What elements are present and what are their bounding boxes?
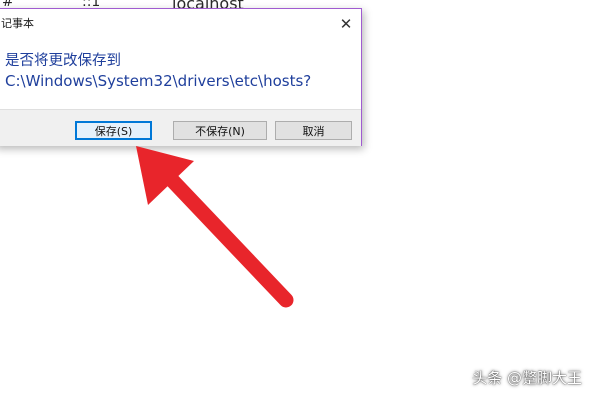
- dialog-content: 是否将更改保存到 C:\Windows\System32\drivers\etc…: [0, 39, 361, 109]
- dialog-message-line2: C:\Windows\System32\drivers\etc\hosts?: [5, 72, 312, 90]
- save-button[interactable]: 保存(S): [75, 121, 152, 140]
- close-icon: ✕: [339, 15, 353, 33]
- dialog-titlebar: 记事本 ✕: [0, 9, 361, 39]
- cancel-button[interactable]: 取消: [275, 121, 352, 140]
- dialog-title: 记事本: [1, 17, 34, 30]
- save-changes-dialog: 记事本 ✕ 是否将更改保存到 C:\Windows\System32\drive…: [0, 8, 362, 146]
- dialog-button-bar: 保存(S) 不保存(N) 取消: [0, 109, 361, 146]
- dont-save-button[interactable]: 不保存(N): [173, 121, 267, 140]
- close-button[interactable]: ✕: [331, 9, 361, 39]
- dialog-message-line1: 是否将更改保存到: [5, 53, 121, 69]
- watermark: 头条 @蹩脚大王: [472, 369, 582, 387]
